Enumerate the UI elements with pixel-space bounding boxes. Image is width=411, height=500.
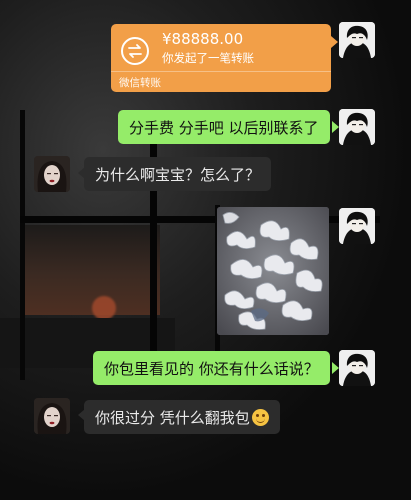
message-bubble-sent[interactable]: 你包里看见的 你还有什么话说？ xyxy=(93,351,330,385)
transfer-arrows-icon xyxy=(121,37,149,65)
transfer-footer: 微信转账 xyxy=(111,71,331,92)
image-message[interactable] xyxy=(217,207,329,335)
message-bubble-received[interactable]: 你很过分 凭什么翻我包 xyxy=(84,400,280,434)
bubble-tail xyxy=(332,362,339,374)
avatar-contact[interactable] xyxy=(34,398,70,434)
message-bubble-sent[interactable]: 分手费 分手吧 以后别联系了 xyxy=(118,110,330,144)
avatar-self[interactable] xyxy=(339,22,375,58)
transfer-card[interactable]: ¥88888.00 你发起了一笔转账 微信转账 xyxy=(111,24,331,92)
transfer-amount: ¥88888.00 xyxy=(162,30,244,48)
message-bubble-received[interactable]: 为什么啊宝宝？怎么了？ xyxy=(84,157,272,191)
bubble-tail xyxy=(332,121,339,133)
avatar-self[interactable] xyxy=(339,109,375,145)
transfer-description: 你发起了一笔转账 xyxy=(162,51,254,65)
avatar-self[interactable] xyxy=(339,350,375,386)
avatar-contact[interactable] xyxy=(34,156,70,192)
transfer-footer-label: 微信转账 xyxy=(119,77,161,89)
message-text: 你很过分 凭什么翻我包 xyxy=(95,409,250,427)
smiling-face-icon xyxy=(251,409,269,426)
transfer-card-tail xyxy=(331,36,338,48)
avatar-self[interactable] xyxy=(339,208,375,244)
